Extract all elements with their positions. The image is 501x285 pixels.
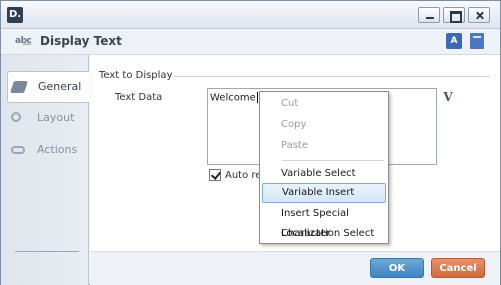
close-button[interactable] bbox=[468, 7, 490, 23]
dialog-footer: OK Cancel bbox=[90, 251, 500, 285]
group-divider bbox=[174, 76, 490, 77]
search-icon bbox=[11, 112, 21, 122]
sidebar: General Layout Actions bbox=[1, 55, 89, 285]
variable-button[interactable]: V bbox=[441, 90, 455, 104]
close-icon bbox=[469, 8, 489, 22]
sidebar-item-label: Layout bbox=[37, 111, 75, 124]
text-data-label: Text Data bbox=[115, 92, 163, 103]
menu-separator bbox=[282, 160, 384, 161]
edit-pen-icon bbox=[10, 81, 28, 93]
text-data-value: Welcome bbox=[210, 92, 258, 104]
sidebar-item-general[interactable]: General bbox=[7, 71, 89, 103]
group-heading: Text to Display bbox=[99, 70, 173, 81]
app-logo-icon: D. bbox=[7, 7, 23, 23]
menu-item-variable-insert[interactable]: Variable Insert bbox=[262, 183, 386, 203]
cancel-button[interactable]: Cancel bbox=[431, 258, 485, 278]
dialog-header: ab͟c Display Text A bbox=[1, 29, 500, 55]
menu-item-localization-select[interactable]: Localization Select bbox=[262, 224, 386, 244]
sidebar-item-actions[interactable]: Actions bbox=[7, 135, 89, 167]
display-text-dialog: D. ab͟c Display Text A General Layout Ac… bbox=[0, 0, 501, 285]
menu-item-variable-select[interactable]: Variable Select bbox=[262, 164, 386, 184]
context-menu: Cut Copy Paste Variable Select Variable … bbox=[259, 91, 389, 244]
menu-item-copy[interactable]: Copy bbox=[262, 115, 386, 135]
auto-refresh-checkbox[interactable] bbox=[209, 169, 221, 181]
auto-refresh-label: Auto refresh bbox=[225, 170, 260, 181]
help-book-icon[interactable] bbox=[470, 33, 484, 49]
menu-item-cut[interactable]: Cut bbox=[262, 94, 386, 114]
translate-icon[interactable]: A bbox=[446, 33, 462, 49]
sidebar-item-label: Actions bbox=[37, 143, 78, 156]
minimize-button[interactable] bbox=[418, 7, 440, 23]
maximize-button[interactable] bbox=[443, 7, 465, 23]
menu-item-insert-special-character[interactable]: Insert Special Character bbox=[262, 204, 386, 239]
ok-button[interactable]: OK bbox=[370, 258, 424, 278]
menu-item-paste[interactable]: Paste bbox=[262, 136, 386, 156]
text-abc-icon: ab͟c bbox=[15, 36, 32, 46]
maximize-icon bbox=[444, 8, 464, 23]
title-bar[interactable]: D. bbox=[1, 1, 500, 29]
minimize-icon bbox=[419, 8, 439, 22]
link-icon bbox=[11, 146, 25, 154]
sidebar-item-label: General bbox=[38, 80, 82, 93]
sidebar-divider bbox=[15, 251, 79, 252]
sidebar-item-layout[interactable]: Layout bbox=[7, 103, 89, 135]
page-title: Display Text bbox=[40, 34, 122, 48]
